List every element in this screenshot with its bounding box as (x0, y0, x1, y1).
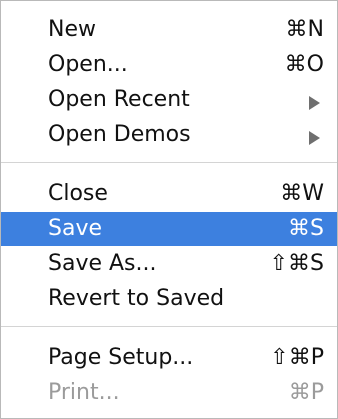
menu-item-label: Print... (48, 380, 120, 405)
menu-item-label: Save (48, 216, 103, 241)
menu-item-shortcut: ⇧⌘P (270, 345, 324, 370)
menu-item-shortcut: ⌘N (285, 17, 324, 42)
menu-item-shortcut: ⌘W (280, 181, 324, 206)
menu-item-page-setup[interactable]: Page Setup... ⇧⌘P (1, 341, 337, 375)
menu-item-print: Print... ⌘P (1, 376, 337, 410)
menu-item-save[interactable]: Save ⌘S (1, 212, 337, 246)
menu-item-revert-to-saved[interactable]: Revert to Saved (1, 282, 337, 316)
menu-item-new[interactable]: New ⌘N (1, 13, 337, 47)
menu-item-shortcut: ⇧⌘S (269, 251, 324, 276)
menu-item-label: Page Setup... (48, 345, 194, 370)
menu-item-label: Open Recent (48, 87, 190, 112)
menu-item-open[interactable]: Open... ⌘O (1, 48, 337, 82)
menu-item-close[interactable]: Close ⌘W (1, 177, 337, 211)
menu-item-shortcut: ⌘O (284, 52, 324, 77)
submenu-arrow-icon (309, 131, 320, 145)
menu-separator (1, 326, 337, 327)
menu-item-label: Open Demos (48, 122, 191, 147)
menu-item-save-as[interactable]: Save As... ⇧⌘S (1, 247, 337, 281)
menu-item-label: Save As... (48, 251, 157, 276)
file-menu: New ⌘N Open... ⌘O Open Recent Open Demos… (0, 0, 338, 419)
menu-item-shortcut: ⌘P (288, 380, 324, 405)
menu-item-open-demos[interactable]: Open Demos (1, 118, 337, 152)
submenu-arrow-icon (309, 96, 320, 110)
menu-item-label: Revert to Saved (48, 286, 225, 311)
menu-item-label: Close (48, 181, 108, 206)
menu-item-label: Open... (48, 52, 128, 77)
menu-separator (1, 162, 337, 163)
menu-item-label: New (48, 17, 96, 42)
menu-item-open-recent[interactable]: Open Recent (1, 83, 337, 117)
menu-item-shortcut: ⌘S (288, 216, 324, 241)
